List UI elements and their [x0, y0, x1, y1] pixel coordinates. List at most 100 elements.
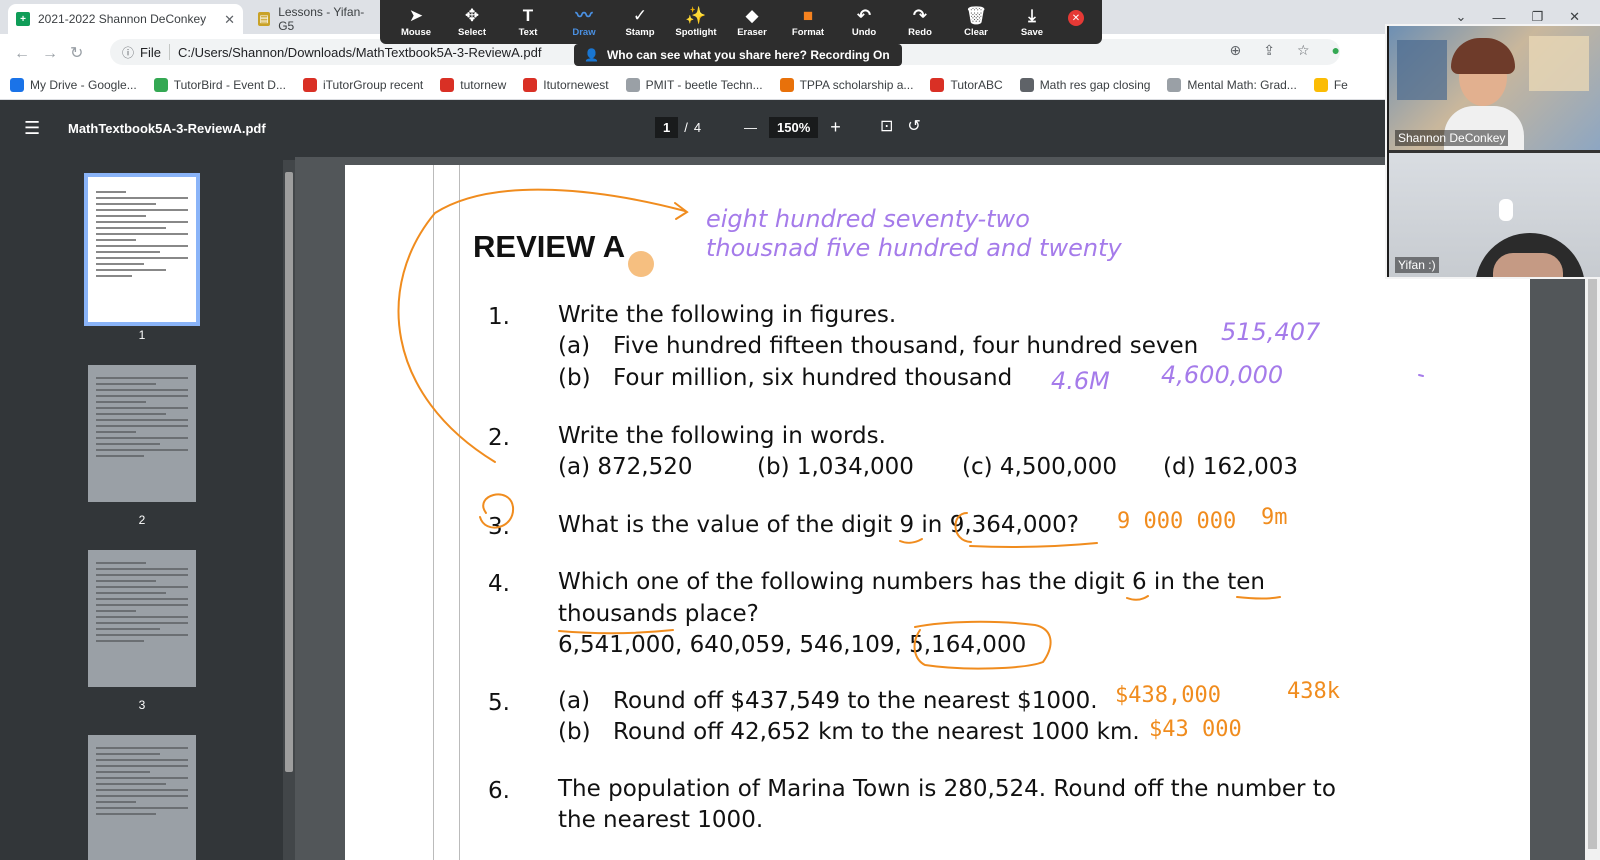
- cursor-highlight: [628, 251, 654, 277]
- bookmark-item[interactable]: My Drive - Google...: [10, 77, 137, 92]
- zoom-out-icon[interactable]: —: [744, 120, 757, 135]
- annotation-q1b-short: 4.6M: [1051, 367, 1110, 395]
- menu-icon[interactable]: ☰: [24, 118, 40, 139]
- tool-label: Select: [458, 27, 486, 38]
- tab-sheets[interactable]: + 2021-2022 Shannon DeConkey ✕: [8, 4, 243, 34]
- bookmark-item[interactable]: Itutornewest: [523, 77, 609, 92]
- tool-stamp-button[interactable]: ✓ Stamp: [612, 0, 668, 44]
- bookmarks-bar: My Drive - Google... TutorBird - Event D.…: [0, 70, 1600, 100]
- tool-draw-button[interactable]: 〰 Draw: [556, 0, 612, 44]
- margin-line: [433, 165, 434, 860]
- forward-icon[interactable]: →: [42, 45, 70, 62]
- bookmark-item[interactable]: tutornew: [440, 77, 506, 92]
- chevron-down-icon[interactable]: ⌄: [1456, 9, 1467, 25]
- bookmark-item[interactable]: Mental Math: Grad...: [1167, 77, 1297, 92]
- ink-underline-number: [969, 542, 1098, 548]
- thumbnail-page-4[interactable]: [88, 735, 196, 860]
- reload-icon[interactable]: ↻: [70, 45, 95, 62]
- tab-title: 2021-2022 Shannon DeConkey: [38, 12, 207, 26]
- close-window-icon[interactable]: ✕: [1569, 9, 1580, 25]
- question-2c: (c) 4,500,000: [962, 454, 1117, 480]
- poster: [1529, 36, 1589, 91]
- share-icon[interactable]: ⇪: [1263, 42, 1275, 59]
- zoom-level[interactable]: 150%: [769, 117, 819, 138]
- bookmark-favicon-icon: [153, 77, 168, 92]
- tool-eraser-button[interactable]: ◆ Eraser: [724, 0, 780, 44]
- bookmark-item[interactable]: TPPA scholarship a...: [779, 77, 913, 92]
- video-tile-shannon[interactable]: Shannon DeConkey: [1389, 26, 1600, 150]
- tool-redo-button[interactable]: ↷ Redo: [892, 0, 948, 44]
- margin-line: [459, 165, 460, 860]
- question-6-line2: the nearest 1000.: [558, 807, 764, 833]
- page-total: 4: [693, 120, 702, 135]
- close-tab-icon[interactable]: ✕: [224, 12, 235, 28]
- bookmark-item[interactable]: Fe: [1313, 77, 1348, 92]
- bookmark-favicon-icon: [930, 77, 945, 92]
- restore-icon[interactable]: ❐: [1531, 9, 1543, 25]
- tool-label: Undo: [851, 27, 877, 38]
- tool-spotlight-button[interactable]: ✨ Spotlight: [668, 0, 724, 44]
- minimize-icon[interactable]: —: [1492, 10, 1505, 25]
- bookmark-item[interactable]: iTutorGroup recent: [302, 77, 423, 92]
- thumbnail-page-2[interactable]: [88, 365, 196, 502]
- close-toolbar-icon[interactable]: ✕: [1068, 10, 1084, 26]
- bookmark-favicon-icon: [625, 77, 640, 92]
- bookmark-item[interactable]: TutorABC: [930, 77, 1003, 92]
- pdf-toolbar: ☰ MathTextbook5A-3-ReviewA.pdf 1 / 4 — 1…: [0, 100, 1600, 157]
- bookmark-item[interactable]: PMIT - beetle Techn...: [625, 77, 763, 92]
- tool-clear-button[interactable]: 🗑 Clear: [948, 0, 1004, 44]
- bookmark-label: Mental Math: Grad...: [1187, 77, 1297, 92]
- question-3-number: 9,364,000?: [949, 512, 1079, 538]
- thumbnail-label: 2: [138, 513, 146, 527]
- share-banner-text[interactable]: Who can see what you share here? Recordi…: [607, 48, 890, 62]
- video-tile-yifan[interactable]: Yifan :): [1389, 153, 1600, 277]
- divider: [168, 44, 170, 60]
- save-download-icon: ⤓: [1028, 6, 1036, 25]
- question-1b-label: (b): [558, 365, 591, 391]
- rotate-icon[interactable]: ↺: [907, 118, 934, 135]
- screen: + 2021-2022 Shannon DeConkey ✕ ▤ Lessons…: [0, 0, 1600, 860]
- question-number: 3.: [488, 514, 510, 540]
- zoom-in-icon[interactable]: +: [830, 117, 841, 138]
- bookmark-favicon-icon: [523, 77, 538, 92]
- question-5b-text: Round off 42,652 km to the nearest 1000 …: [613, 719, 1140, 745]
- tool-save-button[interactable]: ⤓ Save: [1004, 0, 1060, 44]
- bookmark-item[interactable]: Math res gap closing: [1019, 77, 1150, 92]
- share-banner: 👤 Who can see what you share here? Recor…: [574, 44, 902, 66]
- thumbnail-page-3[interactable]: [88, 550, 196, 687]
- question-number: 4.: [488, 571, 510, 597]
- pdf-page: REVIEW A 1. Write the following in figur…: [345, 165, 1530, 860]
- star-icon[interactable]: ☆: [1297, 42, 1310, 59]
- ink-underline-ten: [1236, 596, 1281, 600]
- sidebar-scrollbar[interactable]: [283, 160, 295, 860]
- tool-label: Mouse: [400, 27, 432, 38]
- tool-format-button[interactable]: ■ Format: [780, 0, 836, 44]
- bookmark-label: My Drive - Google...: [30, 77, 137, 92]
- scrollbar-thumb[interactable]: [285, 172, 293, 772]
- tab-lessons[interactable]: ▤ Lessons - Yifan-G5: [250, 4, 375, 34]
- tool-label: Text: [518, 27, 538, 38]
- fit-page-icon[interactable]: ⊡: [880, 118, 907, 135]
- bookmark-label: TutorBird - Event D...: [173, 77, 286, 92]
- tool-text-button[interactable]: T Text: [500, 0, 556, 44]
- page-number-input[interactable]: 1: [655, 117, 679, 138]
- question-5a-text: Round off $437,549 to the nearest $1000.: [613, 688, 1098, 714]
- extension-icon[interactable]: ●: [1332, 42, 1340, 59]
- annotation-q5b-answer: $43 000: [1149, 717, 1242, 742]
- thumbnail-page-1[interactable]: [84, 173, 200, 326]
- tool-mouse-button[interactable]: ➤ Mouse: [388, 0, 444, 44]
- pdf-filename: MathTextbook5A-3-ReviewA.pdf: [68, 121, 266, 136]
- bookmark-item[interactable]: TutorBird - Event D...: [153, 77, 286, 92]
- question-3-prefix: What is the value of the digit 9 in: [558, 512, 950, 538]
- back-icon[interactable]: ←: [14, 45, 42, 62]
- annotation-q5a-answer: $438,000: [1115, 683, 1221, 708]
- tool-label: Eraser: [737, 27, 767, 38]
- video-panel: Shannon DeConkey Yifan :): [1385, 24, 1600, 279]
- question-5a-label: (a): [558, 688, 591, 714]
- zoom-icon[interactable]: ⊕: [1230, 42, 1242, 59]
- tool-select-button[interactable]: ✥ Select: [444, 0, 500, 44]
- view-controls: ⊡↺: [880, 116, 935, 136]
- url-text[interactable]: C:/Users/Shannon/Downloads/MathTextbook5…: [178, 45, 541, 60]
- info-icon[interactable]: ⓘ: [122, 44, 134, 61]
- tool-undo-button[interactable]: ↶ Undo: [836, 0, 892, 44]
